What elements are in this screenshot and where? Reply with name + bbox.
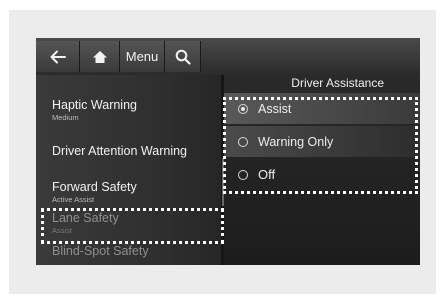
menu-item-value: Medium [52, 113, 79, 122]
highlight-box-options [223, 97, 418, 194]
menu-item-label: Forward Safety [52, 180, 137, 194]
arrow-left-icon [50, 50, 66, 63]
search-icon [175, 49, 191, 65]
menu-item-value: Active Assist [52, 195, 95, 204]
panel-title: Driver Assistance [291, 76, 384, 90]
back-button[interactable] [36, 41, 80, 72]
search-button[interactable] [165, 41, 201, 72]
menu-item-forward-safety[interactable]: Forward Safety Active Assist [52, 180, 137, 204]
menu-item-label: Driver Attention Warning [52, 144, 188, 158]
menu-item-driver-attention-warning[interactable]: Driver Attention Warning [52, 144, 187, 158]
menu-item-label: Blind-Spot Safety [52, 244, 149, 258]
menu-item-label: Haptic Warning [52, 98, 137, 112]
home-icon [92, 50, 107, 63]
infotainment-screen: Menu Haptic Warning Medium Driver Attent… [36, 38, 420, 265]
menu-label: Menu [125, 49, 159, 64]
home-button[interactable] [80, 41, 120, 72]
highlight-box-lane-safety [41, 208, 224, 244]
menu-button[interactable]: Menu [120, 41, 165, 72]
top-bar: Menu [36, 38, 420, 75]
menu-item-haptic-warning[interactable]: Haptic Warning Medium [52, 98, 137, 122]
menu-item-blind-spot-safety[interactable]: Blind-Spot Safety [52, 244, 149, 258]
